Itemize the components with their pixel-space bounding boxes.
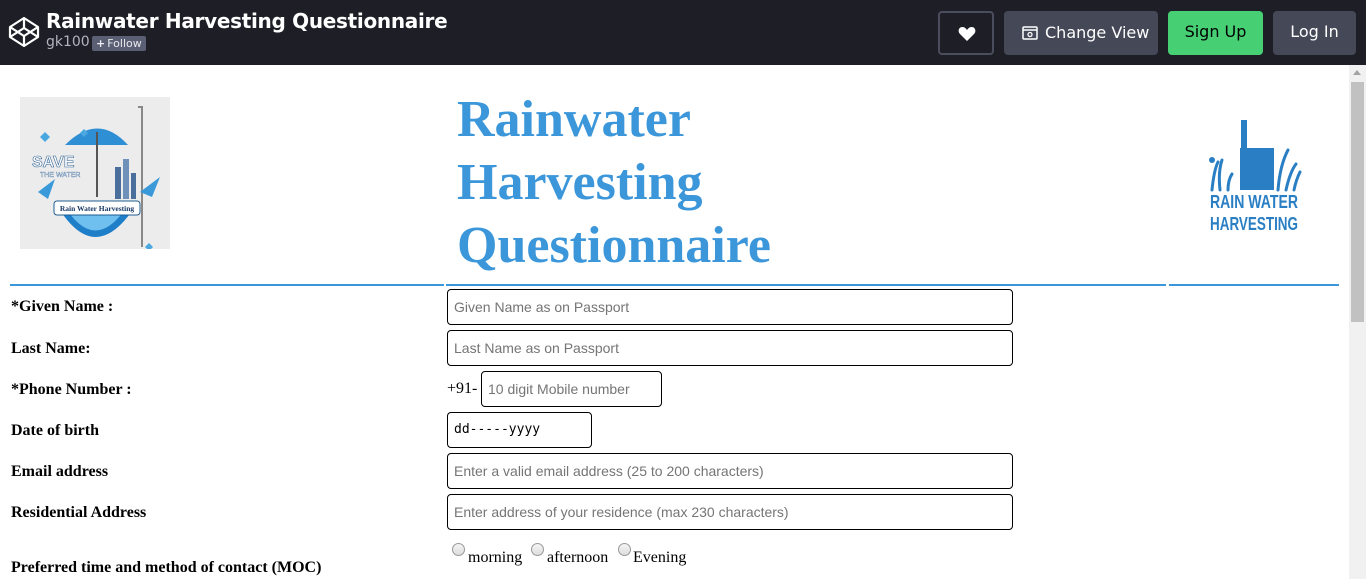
save-water-logo: SAVE THE WATER Rain Water Harvesting: [20, 97, 170, 251]
email-input[interactable]: Enter a valid email address (25 to 200 c…: [447, 453, 1013, 489]
view-icon: [1022, 26, 1038, 40]
rain-water-text: RAIN WATER: [1210, 192, 1298, 212]
save-text: SAVE: [32, 154, 75, 171]
phone-label: *Phone Number :: [11, 381, 132, 398]
author-name[interactable]: gk100: [46, 34, 90, 50]
the-water-text: THE WATER: [40, 172, 80, 179]
moc-label: Preferred time and method of contact (MO…: [11, 559, 322, 576]
codepen-logo-icon[interactable]: [8, 16, 40, 48]
email-label: Email address: [11, 463, 109, 480]
heart-icon: [958, 27, 976, 41]
rain-water-harvesting-logo: RAIN WATER HARVESTING: [1204, 120, 1304, 238]
divider-left: [10, 284, 444, 286]
radio-afternoon-label: afternoon: [547, 549, 609, 566]
radio-evening-label: Evening: [633, 549, 687, 566]
radio-morning[interactable]: [452, 543, 465, 556]
scrollbar-thumb[interactable]: [1351, 82, 1364, 322]
divider-middle: [446, 284, 1166, 286]
dob-input[interactable]: dd-----yyyy: [447, 412, 592, 448]
address-label: Residential Address: [11, 504, 147, 521]
radio-morning-label: morning: [468, 549, 523, 566]
given-name-label: *Given Name :: [11, 298, 114, 315]
divider-right: [1169, 284, 1339, 286]
title-line-2: Harvesting: [457, 154, 703, 211]
codepen-header: Rainwater Harvesting Questionnaire gk100…: [0, 0, 1366, 65]
pen-title: Rainwater Harvesting Questionnaire: [46, 9, 448, 33]
sign-up-button[interactable]: Sign Up: [1168, 11, 1263, 55]
radio-evening[interactable]: [618, 543, 631, 556]
follow-label: Follow: [107, 37, 142, 50]
change-view-button[interactable]: Change View: [1004, 11, 1158, 55]
like-button[interactable]: [938, 11, 994, 55]
change-view-label: Change View: [1045, 23, 1150, 42]
radio-afternoon[interactable]: [531, 543, 544, 556]
page-scrollbar[interactable]: [1349, 65, 1366, 579]
title-line-1: Rainwater: [457, 91, 691, 148]
scroll-up-arrow-icon[interactable]: [1353, 70, 1361, 75]
plus-icon: +: [96, 37, 106, 50]
address-input[interactable]: Enter address of your residence (max 230…: [447, 494, 1013, 530]
title-line-3: Questionnaire: [457, 217, 771, 274]
banner-text: Rain Water Harvesting: [60, 204, 135, 213]
phone-prefix: +91-: [447, 380, 478, 397]
page-title: Rainwater Harvesting Questionnaire: [457, 88, 877, 277]
follow-button[interactable]: + Follow: [92, 36, 146, 51]
phone-input[interactable]: 10 digit Mobile number: [481, 371, 662, 407]
harvesting-text: HARVESTING: [1210, 214, 1298, 234]
given-name-input[interactable]: Given Name as on Passport: [447, 289, 1013, 325]
last-name-label: Last Name:: [11, 340, 91, 357]
log-in-button[interactable]: Log In: [1273, 11, 1356, 55]
last-name-input[interactable]: Last Name as on Passport: [447, 330, 1013, 366]
dob-label: Date of birth: [11, 422, 99, 439]
